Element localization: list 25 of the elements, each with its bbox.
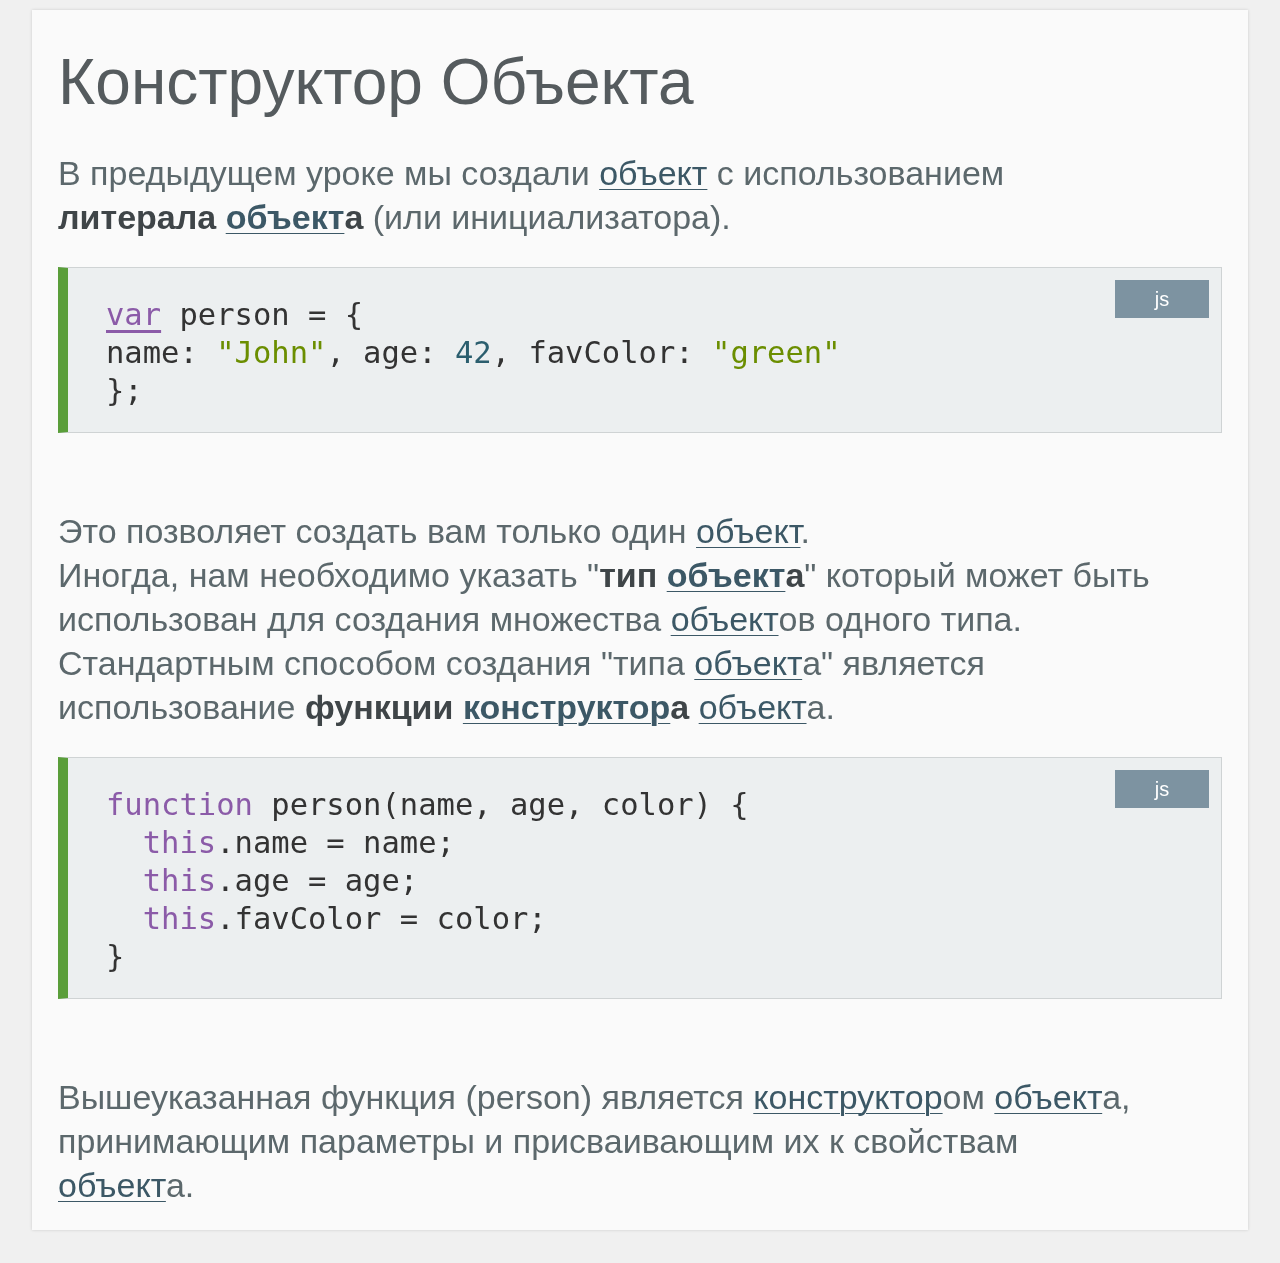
glossary-link[interactable]: объект xyxy=(698,687,807,726)
glossary-link[interactable]: конструктор xyxy=(462,687,671,726)
code-line: name: "John", age: 42, favColor: "green" xyxy=(106,333,841,372)
lesson-title: Конструктор Объекта xyxy=(58,45,695,120)
paragraph: Вышеуказанная функция (person) является конструктором объекта, принимающим параметры и присваивающим их к свойствам объекта. xyxy=(58,1076,1132,1206)
glossary-link[interactable]: объект xyxy=(58,1165,166,1204)
code-line: function person(name, age, color) { xyxy=(106,785,749,824)
glossary-link[interactable]: объект xyxy=(694,643,803,682)
paragraph: Это позволяет создать вам только один объект. Иногда, нам необходимо указать "тип объекта" который может быть использован для создания множества объектов одного типа. Стандартным способом создания "типа объекта" является использование функции конструктора объекта. xyxy=(58,510,1151,728)
code-line: }; xyxy=(106,371,143,410)
code-line: } xyxy=(106,937,125,976)
paragraph: В предыдущем уроке мы создали объект с использованием литерала объекта (или инициализатора). xyxy=(58,152,1006,238)
glossary-link[interactable]: конструктор xyxy=(753,1077,943,1116)
code-line: this.favColor = color; xyxy=(141,899,547,938)
glossary-link[interactable]: объект xyxy=(666,555,786,594)
glossary-link[interactable]: объект xyxy=(994,1077,1103,1116)
language-badge: js xyxy=(1115,769,1209,808)
glossary-link[interactable]: объект xyxy=(696,511,801,550)
code-line: this.name = name; xyxy=(141,823,455,862)
language-badge: js xyxy=(1115,279,1209,318)
glossary-link[interactable]: объект xyxy=(599,153,708,192)
glossary-link[interactable]: объект xyxy=(670,599,779,638)
glossary-link[interactable]: объект xyxy=(225,197,345,236)
code-line: this.age = age; xyxy=(141,861,419,900)
code-line: var person = { xyxy=(106,295,364,334)
